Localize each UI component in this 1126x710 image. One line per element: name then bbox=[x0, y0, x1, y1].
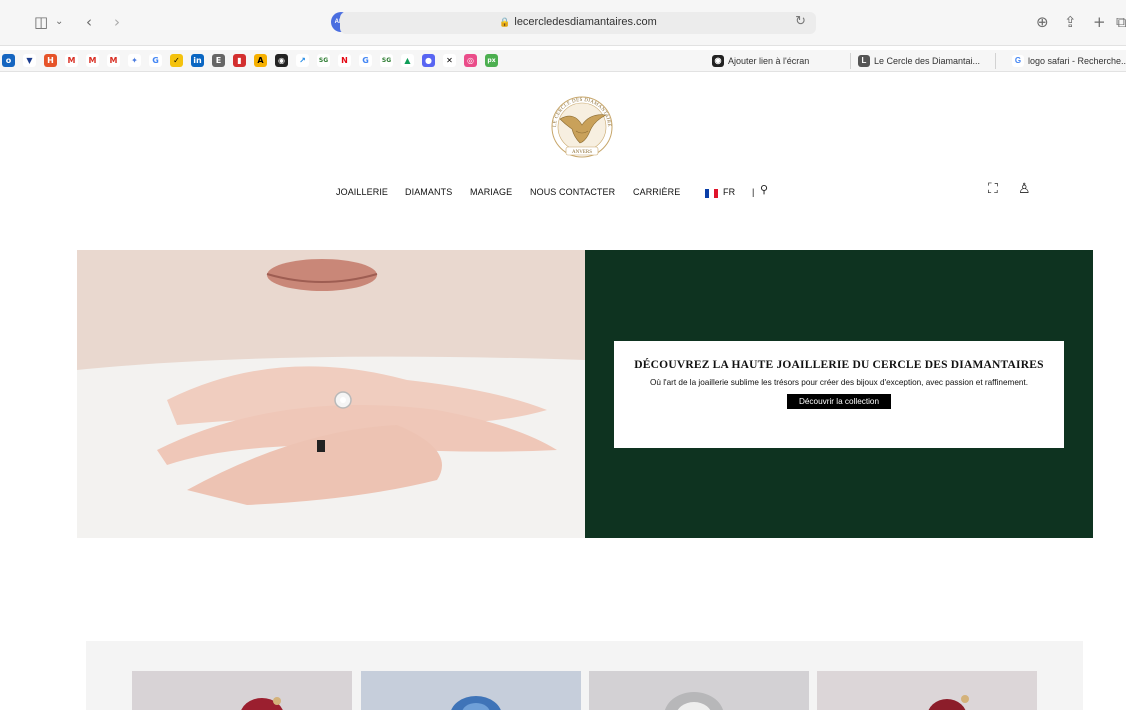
scholar-icon[interactable]: ▼ bbox=[23, 54, 36, 67]
lock-icon: 🔒 bbox=[499, 17, 511, 27]
address-bar[interactable]: 🔒 lecercledesdiamantaires.com ↻ bbox=[340, 12, 816, 34]
download-icon[interactable]: ⊕ bbox=[1036, 12, 1049, 32]
sg-icon[interactable]: SG bbox=[317, 54, 330, 67]
gemini-icon[interactable]: ✦ bbox=[128, 54, 141, 67]
google-icon[interactable]: G bbox=[359, 54, 372, 67]
tab-logo-safari[interactable]: G logo safari - Recherche... bbox=[1010, 52, 1126, 70]
search-icon[interactable]: ⚲ bbox=[760, 183, 768, 196]
forward-icon[interactable]: › bbox=[114, 12, 120, 32]
linkedin-icon[interactable]: in bbox=[191, 54, 204, 67]
drive-icon[interactable]: ▲ bbox=[401, 54, 414, 67]
tab-ajouter-lien[interactable]: ◉ Ajouter lien à l'écran bbox=[710, 52, 845, 70]
gmail-icon[interactable]: M bbox=[86, 54, 99, 67]
google-icon[interactable]: G bbox=[149, 54, 162, 67]
sidebar-toggle-icon[interactable]: ◫ bbox=[34, 12, 48, 32]
openai-icon: ◉ bbox=[712, 55, 724, 67]
gmail-icon[interactable]: M bbox=[65, 54, 78, 67]
l-icon: L bbox=[858, 55, 870, 67]
x-icon[interactable]: ✕ bbox=[443, 54, 456, 67]
tab-separator bbox=[850, 53, 851, 69]
hero-image bbox=[77, 250, 585, 538]
shopping-bag-icon[interactable]: ⛶ bbox=[988, 181, 998, 197]
language-selector[interactable]: FR bbox=[723, 187, 735, 197]
tab-label: Le Cercle des Diamantai... bbox=[874, 56, 981, 66]
tab-le-cercle[interactable]: L Le Cercle des Diamantai... bbox=[856, 52, 986, 70]
hero-card: DÉCOUVREZ LA HAUTE JOAILLERIE DU CERCLE … bbox=[614, 341, 1064, 448]
bookmark-icon[interactable]: ▮ bbox=[233, 54, 246, 67]
product-image[interactable] bbox=[361, 671, 581, 710]
dribbble-icon[interactable]: ◎ bbox=[464, 54, 477, 67]
nav-diamonds[interactable]: DIAMANTS bbox=[405, 187, 452, 197]
tab-separator bbox=[995, 53, 996, 69]
nav-separator: | bbox=[752, 187, 755, 197]
px-icon[interactable]: px bbox=[485, 54, 498, 67]
product-image[interactable] bbox=[817, 671, 1037, 710]
nav-wedding[interactable]: MARIAGE bbox=[470, 187, 512, 197]
nav-jewelry[interactable]: JOAILLERIE bbox=[336, 187, 388, 197]
logo-text-bottom: ANVERS bbox=[572, 150, 592, 155]
app-icon[interactable]: ● bbox=[422, 54, 435, 67]
share-icon[interactable]: ⇪ bbox=[1064, 12, 1077, 32]
account-icon[interactable]: ♙ bbox=[1018, 181, 1031, 197]
url-text: lecercledesdiamantaires.com bbox=[514, 16, 657, 28]
assistant-icon[interactable]: ↗ bbox=[296, 54, 309, 67]
nav-careers[interactable]: CARRIÈRE bbox=[633, 187, 680, 197]
openai-icon[interactable]: ◉ bbox=[275, 54, 288, 67]
new-tab-icon[interactable]: + bbox=[1093, 12, 1106, 32]
hero-title: DÉCOUVREZ LA HAUTE JOAILLERIE DU CERCLE … bbox=[634, 359, 1044, 371]
outlook-icon[interactable]: o bbox=[2, 54, 15, 67]
tab-label: Ajouter lien à l'écran bbox=[728, 56, 810, 66]
site-logo[interactable]: LE CERCLE DES DIAMANTAIRES ANVERS bbox=[546, 91, 618, 161]
tab-overview-icon[interactable]: ⧉ bbox=[1116, 12, 1126, 32]
h-icon[interactable]: H bbox=[44, 54, 57, 67]
sg-icon[interactable]: SG bbox=[380, 54, 393, 67]
product-image[interactable] bbox=[589, 671, 809, 710]
gmail-icon[interactable]: M bbox=[107, 54, 120, 67]
browser-toolbar: ◫ ⌄ ‹ › ABP 🔒lecercledesdiamantaires.com… bbox=[0, 0, 1126, 46]
back-icon[interactable]: ‹ bbox=[86, 12, 92, 32]
e-icon[interactable]: E bbox=[212, 54, 225, 67]
tab-label: logo safari - Recherche... bbox=[1028, 56, 1126, 66]
discover-collection-button[interactable]: Découvrir la collection bbox=[786, 394, 892, 409]
nav-contact[interactable]: NOUS CONTACTER bbox=[530, 187, 615, 197]
product-image[interactable] bbox=[132, 671, 352, 710]
google-icon: G bbox=[1012, 55, 1024, 67]
norton-icon[interactable]: ✓ bbox=[170, 54, 183, 67]
bookmarks-bar: o ▼ H M M M ✦ G ✓ in E ▮ A ◉ ↗ SG N G SG… bbox=[0, 50, 1126, 72]
chevron-down-icon[interactable]: ⌄ bbox=[55, 12, 63, 32]
hero-subtitle: Où l'art de la joaillerie sublime les tr… bbox=[650, 378, 1028, 387]
reload-icon[interactable]: ↻ bbox=[795, 14, 806, 29]
a-icon[interactable]: A bbox=[254, 54, 267, 67]
netflix-icon[interactable]: N bbox=[338, 54, 351, 67]
france-flag-icon[interactable] bbox=[705, 189, 718, 198]
